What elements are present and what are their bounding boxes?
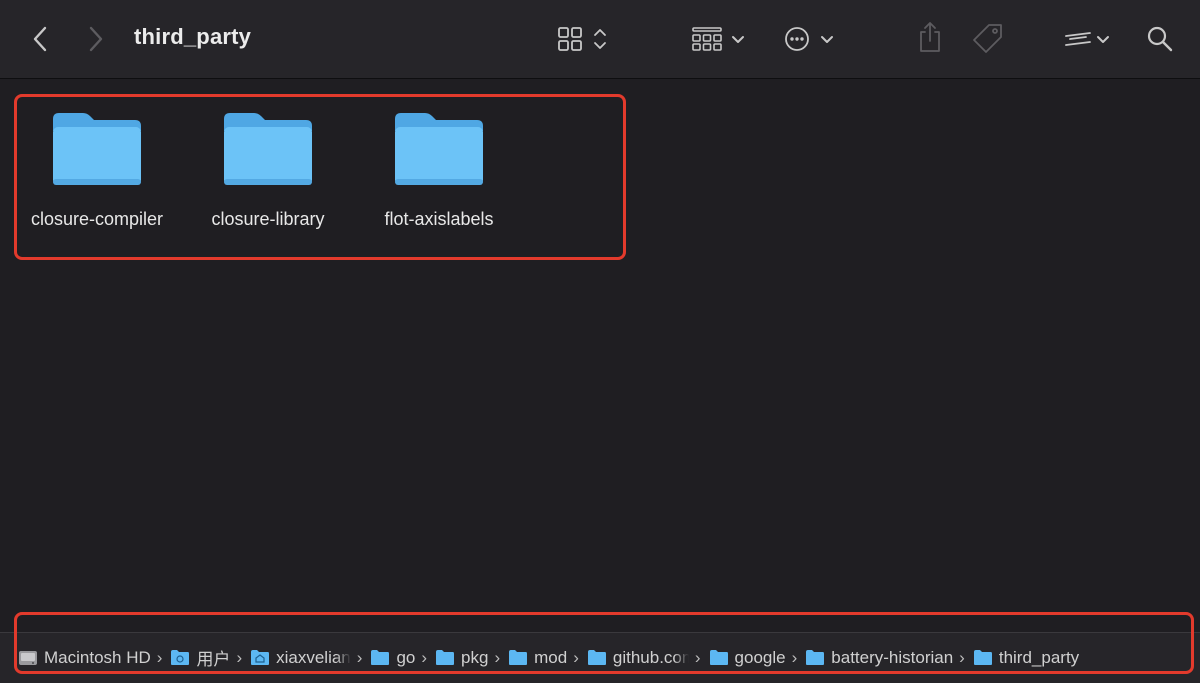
ellipsis-circle-icon bbox=[785, 27, 833, 51]
chevron-left-icon bbox=[33, 26, 47, 52]
tag-icon bbox=[973, 24, 1002, 53]
forward-button[interactable] bbox=[80, 22, 112, 56]
share-button[interactable] bbox=[912, 18, 948, 56]
toolbar: third_party bbox=[0, 0, 1200, 79]
group-by-icon bbox=[692, 27, 744, 51]
highlight-box-folders bbox=[14, 94, 626, 260]
toolbar-overflow-button[interactable] bbox=[1060, 22, 1120, 56]
back-button[interactable] bbox=[24, 22, 56, 56]
double-chevron-icon bbox=[1065, 32, 1109, 46]
highlight-box-path-bar bbox=[14, 612, 1194, 674]
window-title: third_party bbox=[134, 24, 252, 49]
grid-view-icon bbox=[558, 27, 606, 51]
search-icon bbox=[1147, 26, 1173, 52]
action-menu-button[interactable] bbox=[780, 22, 840, 56]
share-icon bbox=[920, 22, 940, 52]
tag-button[interactable] bbox=[968, 18, 1008, 58]
group-button[interactable] bbox=[686, 22, 750, 56]
view-mode-button[interactable] bbox=[548, 22, 614, 56]
chevron-right-icon bbox=[89, 26, 103, 52]
search-button[interactable] bbox=[1142, 20, 1178, 58]
